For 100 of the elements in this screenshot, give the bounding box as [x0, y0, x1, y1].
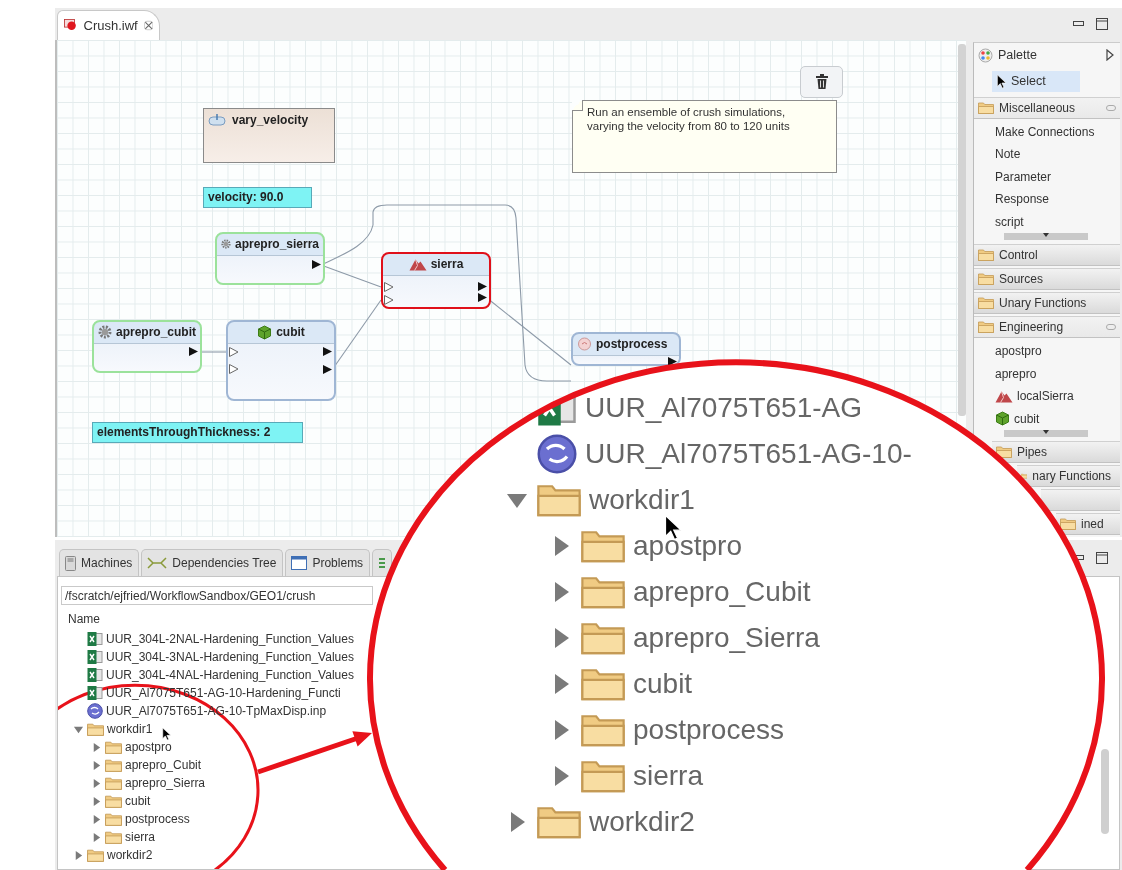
- palette-item[interactable]: cubit: [974, 407, 1120, 430]
- expand-arrow-icon[interactable]: [91, 777, 102, 789]
- palette-item[interactable]: Note: [974, 143, 1120, 166]
- input-port-icon[interactable]: [384, 281, 394, 292]
- palette-drawer[interactable]: Control: [974, 244, 1120, 266]
- folder-icon: [978, 297, 994, 309]
- palette-icon: [978, 47, 993, 63]
- window-icon: [291, 556, 308, 570]
- expand-arrow-icon[interactable]: [91, 795, 102, 807]
- palette-item[interactable]: apostpro: [974, 340, 1120, 363]
- panel-tab[interactable]: Machines: [59, 549, 140, 576]
- parameter-node[interactable]: elementsThroughThickness: 2: [92, 421, 303, 443]
- select-tool[interactable]: Select: [992, 70, 1080, 92]
- expand-palette-icon[interactable]: [1106, 49, 1114, 61]
- node-title: sierra: [430, 257, 464, 271]
- minimize-icon[interactable]: [1073, 555, 1084, 561]
- expand-arrow-icon[interactable]: [91, 741, 102, 753]
- output-port-icon[interactable]: [668, 356, 677, 366]
- dependency-icon: [147, 556, 168, 570]
- expand-arrow-icon[interactable]: [91, 813, 102, 825]
- folder-icon: [581, 667, 625, 701]
- mouse-pointer-icon: [162, 727, 171, 741]
- editor-tab[interactable]: Crush.iwf: [57, 9, 160, 40]
- scroll-indicator[interactable]: [1004, 233, 1088, 240]
- sticky-note[interactable]: Run an ensemble of crush simulations, varying the velocity from 80 to 120 units: [572, 99, 837, 173]
- palette-drawer[interactable]: nary Functions: [1017, 465, 1120, 487]
- cube-icon: [995, 411, 1010, 427]
- folder-name: postprocess: [633, 714, 784, 746]
- file-name: UUR_Al7075T651-AG: [585, 392, 863, 424]
- loop-block[interactable]: vary_velocity: [203, 107, 335, 163]
- component-node[interactable]: sierra: [381, 251, 491, 309]
- workflow-icon: [64, 18, 78, 32]
- spreadsheet-icon: [87, 649, 103, 665]
- palette-title: Palette: [998, 48, 1038, 62]
- cube-icon: [257, 324, 273, 340]
- scrollbar[interactable]: [958, 43, 966, 416]
- palette-drawer[interactable]: Pipes: [992, 441, 1120, 463]
- expand-arrow-icon[interactable]: [91, 831, 102, 843]
- folder-icon: [105, 812, 122, 826]
- folder-icon: [87, 848, 104, 862]
- file-name: UUR_304L-3NAL-Hardening_Function_Values: [106, 650, 354, 664]
- output-port-icon[interactable]: [312, 259, 321, 269]
- input-port-icon[interactable]: [229, 346, 239, 357]
- palette-drawer[interactable]: Engineering: [974, 316, 1120, 338]
- expand-arrow-icon[interactable]: [91, 759, 102, 771]
- trash-icon: [815, 74, 828, 89]
- component-node[interactable]: postprocess: [571, 331, 681, 366]
- folder-name: aprepro_Cubit: [633, 576, 811, 608]
- folder-name: postprocess: [125, 812, 190, 826]
- file-name: UUR_304L-2NAL-Hardening_Function_Values: [106, 632, 354, 646]
- palette-item[interactable]: Response: [974, 188, 1120, 211]
- component-node[interactable]: cubit: [226, 319, 336, 401]
- mouse-pointer-icon: [996, 73, 1007, 89]
- node-title: cubit: [276, 325, 305, 339]
- input-port-icon[interactable]: [384, 294, 394, 305]
- panel-tab[interactable]: [372, 549, 393, 576]
- panel-tab[interactable]: Problems: [285, 549, 371, 576]
- output-port-icon[interactable]: [189, 346, 198, 356]
- folder-name: workdir2: [107, 848, 153, 862]
- folder-icon: [978, 273, 994, 285]
- parameter-node[interactable]: velocity: 90.0: [203, 186, 312, 208]
- folder-icon: [581, 621, 625, 655]
- scroll-indicator[interactable]: [1004, 430, 1088, 437]
- palette-drawer[interactable]: Miscellaneous: [974, 96, 1120, 119]
- folder-icon: [581, 529, 625, 563]
- expand-arrow-icon[interactable]: [73, 849, 84, 861]
- palette-item[interactable]: script: [974, 210, 1120, 233]
- globe-icon: [537, 434, 577, 474]
- globe-icon: [87, 703, 103, 719]
- path-field[interactable]: /fscratch/ejfried/WorkflowSandbox/GEO1/crush: [61, 586, 373, 605]
- folder-name: sierra: [633, 760, 703, 792]
- scrollbar[interactable]: [1101, 749, 1109, 834]
- folder-icon: [105, 758, 122, 772]
- palette-item[interactable]: aprepro: [974, 362, 1120, 385]
- block-title: vary_velocity: [232, 112, 309, 127]
- palette-item[interactable]: Parameter: [974, 165, 1120, 188]
- minimize-icon[interactable]: [1073, 20, 1084, 27]
- palette-drawer[interactable]: [1041, 489, 1120, 511]
- column-header[interactable]: Name: [68, 612, 100, 626]
- palette-item[interactable]: localSierra: [974, 385, 1120, 408]
- palette-drawer[interactable]: Sources: [974, 268, 1120, 290]
- maximize-icon[interactable]: [1096, 552, 1108, 564]
- component-node[interactable]: aprepro_cubit: [92, 319, 202, 373]
- panel-tab[interactable]: Dependencies Tree: [141, 549, 284, 576]
- folder-name: sierra: [125, 830, 155, 844]
- folder-name: workdir1: [107, 722, 153, 736]
- palette-drawer[interactable]: ined: [1056, 513, 1120, 535]
- palette-item[interactable]: Make Connections: [974, 120, 1120, 143]
- maximize-icon[interactable]: [1096, 17, 1108, 30]
- folder-icon: [978, 249, 994, 261]
- folder-icon: [105, 830, 122, 844]
- delete-button[interactable]: [800, 65, 843, 98]
- component-node[interactable]: aprepro_sierra: [215, 231, 325, 285]
- close-icon[interactable]: [143, 19, 153, 31]
- palette-drawer[interactable]: Unary Functions: [974, 292, 1120, 314]
- spreadsheet-icon: [87, 685, 103, 701]
- input-port-icon[interactable]: [229, 363, 239, 374]
- folder-icon: [581, 713, 625, 747]
- folder-icon: [105, 740, 122, 754]
- file-name: UUR_304L-4NAL-Hardening_Function_Values: [106, 668, 354, 682]
